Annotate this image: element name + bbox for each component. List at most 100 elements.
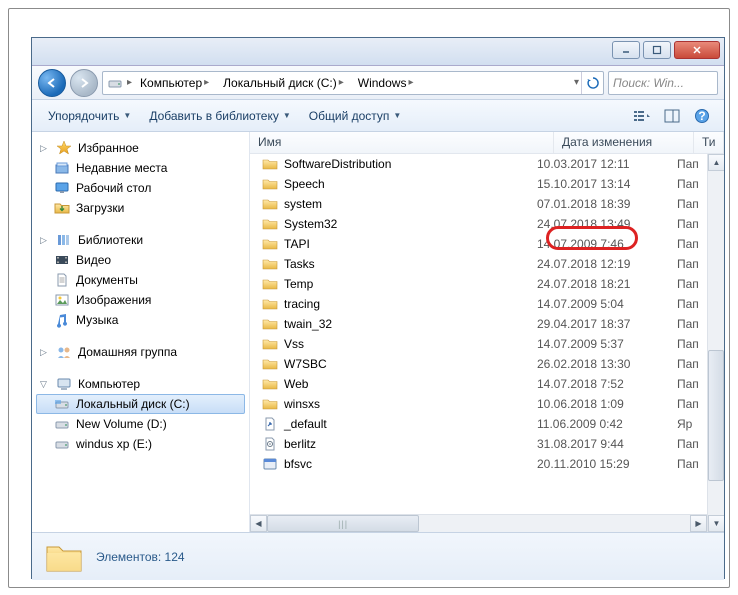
column-type[interactable]: Ти: [694, 132, 724, 153]
file-row[interactable]: Speech15.10.2017 13:14Пап: [250, 174, 707, 194]
scroll-right-button[interactable]: ▶: [690, 515, 707, 532]
file-row[interactable]: Tasks 24.07.2018 12:19Пап: [250, 254, 707, 274]
file-date: 26.02.2018 13:30: [537, 357, 677, 371]
file-row[interactable]: W7SBC26.02.2018 13:30Пап: [250, 354, 707, 374]
file-date: 10.06.2018 1:09: [537, 397, 677, 411]
video-icon: [54, 252, 70, 268]
sidebar-favorites[interactable]: ▷Избранное: [36, 138, 245, 158]
file-name-label: W7SBC: [284, 357, 327, 371]
file-name-label: Vss: [284, 337, 304, 351]
view-mode-button[interactable]: [628, 104, 656, 128]
maximize-button[interactable]: [643, 41, 671, 59]
horizontal-scrollbar[interactable]: ◀ ||| ▶: [250, 514, 707, 532]
sidebar-documents[interactable]: Документы: [36, 270, 245, 290]
scroll-left-button[interactable]: ◀: [250, 515, 267, 532]
explorer-window: ▸ Компьютер▸ Локальный диск (C:)▸ Window…: [31, 37, 725, 579]
file-type: Пап: [677, 197, 707, 211]
file-list[interactable]: SoftwareDistribution10.03.2017 12:11ПапS…: [250, 154, 707, 514]
close-button[interactable]: [674, 41, 720, 59]
file-name-label: system: [284, 197, 322, 211]
file-name-label: twain_32: [284, 317, 332, 331]
desktop-icon: [54, 180, 70, 196]
folder-icon: [262, 316, 278, 332]
file-date: 24.07.2018 12:19: [537, 257, 677, 271]
folder-icon: [262, 296, 278, 312]
library-icon: [56, 232, 72, 248]
drive-icon: [54, 436, 70, 452]
details-pane: Элементов: 124: [32, 532, 724, 580]
folder-icon: [262, 156, 278, 172]
folder-icon: [44, 539, 84, 575]
sidebar-libraries[interactable]: ▷Библиотеки: [36, 230, 245, 250]
sidebar-drive-e[interactable]: windus xp (E:): [36, 434, 245, 454]
folder-icon: [262, 216, 278, 232]
forward-button[interactable]: [70, 69, 98, 97]
file-type: Пап: [677, 457, 707, 471]
file-row[interactable]: twain_3229.04.2017 18:37Пап: [250, 314, 707, 334]
titlebar[interactable]: [32, 38, 724, 66]
scroll-up-button[interactable]: ▲: [708, 154, 724, 171]
sidebar-pictures[interactable]: Изображения: [36, 290, 245, 310]
file-row[interactable]: tracing14.07.2009 5:04Пап: [250, 294, 707, 314]
file-row[interactable]: SoftwareDistribution10.03.2017 12:11Пап: [250, 154, 707, 174]
sidebar-homegroup[interactable]: ▷Домашняя группа: [36, 342, 245, 362]
sidebar-videos[interactable]: Видео: [36, 250, 245, 270]
file-date: 15.10.2017 13:14: [537, 177, 677, 191]
sidebar-computer[interactable]: ▽Компьютер: [36, 374, 245, 394]
file-name-label: Tasks: [284, 257, 315, 271]
breadcrumb-drive-c[interactable]: Локальный диск (C:)▸: [217, 72, 352, 94]
file-date: 24.07.2018 13:49: [537, 217, 677, 231]
sidebar-drive-d[interactable]: New Volume (D:): [36, 414, 245, 434]
refresh-button[interactable]: [581, 72, 603, 94]
file-type: Пап: [677, 277, 707, 291]
file-ini-icon: [262, 436, 278, 452]
column-name[interactable]: Имя: [250, 132, 554, 153]
address-history-dropdown[interactable]: ▾: [572, 77, 581, 88]
folder-icon: [262, 176, 278, 192]
breadcrumb-computer[interactable]: Компьютер▸: [134, 72, 217, 94]
file-date: 14.07.2009 5:37: [537, 337, 677, 351]
address-bar[interactable]: ▸ Компьютер▸ Локальный диск (C:)▸ Window…: [102, 71, 604, 95]
add-to-library-menu[interactable]: Добавить в библиотеку▼: [141, 105, 298, 127]
preview-pane-button[interactable]: [658, 104, 686, 128]
file-row[interactable]: _default 11.06.2009 0:42Яр: [250, 414, 707, 434]
drive-icon: [107, 75, 123, 91]
chevron-right-icon[interactable]: ▸: [125, 77, 134, 88]
file-name-label: SoftwareDistribution: [284, 157, 391, 171]
star-icon: [56, 140, 72, 156]
file-name-label: bfsvc: [284, 457, 312, 471]
file-row[interactable]: Web14.07.2018 7:52Пап: [250, 374, 707, 394]
sidebar-downloads[interactable]: Загрузки: [36, 198, 245, 218]
scroll-down-button[interactable]: ▼: [708, 515, 724, 532]
help-button[interactable]: ?: [688, 104, 716, 128]
column-date[interactable]: Дата изменения: [554, 132, 694, 153]
file-row[interactable]: berlitz31.08.2017 9:44Пап: [250, 434, 707, 454]
vertical-scrollbar[interactable]: ▲ ▼: [707, 154, 724, 532]
breadcrumb-windows[interactable]: Windows▸: [352, 72, 422, 94]
picture-icon: [54, 292, 70, 308]
sidebar-desktop[interactable]: Рабочий стол: [36, 178, 245, 198]
file-name-label: _default: [284, 417, 327, 431]
sidebar-recent[interactable]: Недавние места: [36, 158, 245, 178]
file-type: Пап: [677, 257, 707, 271]
back-button[interactable]: [38, 69, 66, 97]
file-name-label: Speech: [284, 177, 325, 191]
file-row[interactable]: System3224.07.2018 13:49Пап: [250, 214, 707, 234]
file-date: 11.06.2009 0:42: [537, 417, 677, 431]
file-row[interactable]: winsxs10.06.2018 1:09Пап: [250, 394, 707, 414]
file-row[interactable]: Temp24.07.2018 18:21Пап: [250, 274, 707, 294]
sidebar-music[interactable]: Музыка: [36, 310, 245, 330]
file-row[interactable]: TAPI14.07.2009 7:46Пап: [250, 234, 707, 254]
navigation-pane: ▷Избранное Недавние места Рабочий стол З…: [32, 132, 250, 532]
folder-icon: [262, 236, 278, 252]
search-input[interactable]: Поиск: Win...: [608, 71, 718, 95]
organize-menu[interactable]: Упорядочить▼: [40, 105, 139, 127]
file-type: Яр: [677, 417, 707, 431]
minimize-button[interactable]: [612, 41, 640, 59]
share-menu[interactable]: Общий доступ▼: [301, 105, 410, 127]
file-row[interactable]: Vss14.07.2009 5:37Пап: [250, 334, 707, 354]
sidebar-drive-c[interactable]: Локальный диск (C:): [36, 394, 245, 414]
file-row[interactable]: system07.01.2018 18:39Пап: [250, 194, 707, 214]
file-name-label: Web: [284, 377, 308, 391]
file-row[interactable]: bfsvc20.11.2010 15:29Пап: [250, 454, 707, 474]
